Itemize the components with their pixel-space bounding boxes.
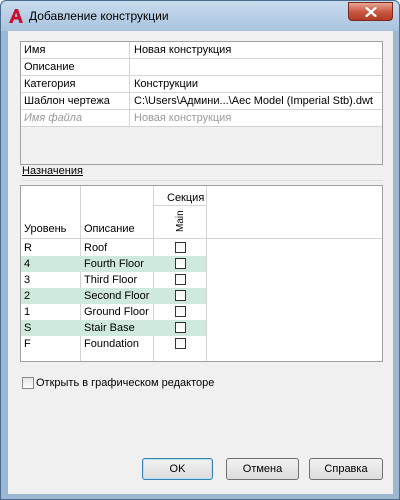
row-level: S bbox=[24, 322, 32, 334]
section-main-checkbox[interactable] bbox=[175, 338, 186, 349]
section-main-checkbox[interactable] bbox=[175, 242, 186, 253]
column-header-section-main[interactable]: Main bbox=[175, 210, 186, 232]
section-main-checkbox[interactable] bbox=[175, 274, 186, 285]
row-description: Roof bbox=[84, 242, 108, 254]
row-level: 2 bbox=[24, 290, 31, 302]
property-name: Имя bbox=[21, 42, 130, 58]
property-row-template[interactable]: Шаблон чертежа C:\Users\Админи...\Aec Mo… bbox=[21, 93, 382, 110]
table-row[interactable]: F Foundation bbox=[21, 336, 206, 352]
row-level: 4 bbox=[24, 258, 31, 270]
row-description: Fourth Floor bbox=[84, 258, 144, 270]
property-value-category-field[interactable]: Конструкции bbox=[131, 76, 382, 92]
table-row[interactable]: 3 Third Floor bbox=[21, 272, 206, 288]
row-level: F bbox=[24, 338, 31, 350]
property-value-description-field[interactable] bbox=[131, 59, 382, 75]
properties-description-pane bbox=[21, 127, 382, 164]
row-description: Ground Floor bbox=[84, 306, 149, 318]
section-divider bbox=[22, 180, 383, 181]
table-row[interactable]: S Stair Base bbox=[21, 320, 206, 336]
property-name: Категория bbox=[21, 76, 130, 92]
assignments-label: Назначения bbox=[22, 165, 83, 177]
property-row-description[interactable]: Описание bbox=[21, 59, 382, 76]
column-header-description[interactable]: Описание bbox=[84, 223, 135, 235]
row-level: 3 bbox=[24, 274, 31, 286]
table-row[interactable]: 4 Fourth Floor bbox=[21, 256, 206, 272]
row-level: 1 bbox=[24, 306, 31, 318]
help-button[interactable]: Справка bbox=[309, 458, 383, 480]
assignments-table: Уровень Описание Секция Main R Roof 4 Fo… bbox=[20, 185, 383, 362]
title-bar[interactable]: Добавление конструкции bbox=[1, 1, 399, 31]
table-header: Уровень Описание Секция Main bbox=[21, 186, 382, 239]
property-value-template-field[interactable]: C:\Users\Админи...\Aec Model (Imperial S… bbox=[131, 93, 382, 109]
property-value-filename-field: Новая конструкция bbox=[134, 112, 232, 124]
column-separator bbox=[206, 186, 207, 361]
cancel-button[interactable]: Отмена bbox=[226, 458, 299, 480]
property-value-name-field[interactable]: Новая конструкция bbox=[131, 42, 382, 58]
row-description: Stair Base bbox=[84, 322, 135, 334]
section-main-checkbox[interactable] bbox=[175, 258, 186, 269]
open-in-editor-label[interactable]: Открыть в графическом редакторе bbox=[36, 377, 214, 389]
open-in-editor-checkbox[interactable] bbox=[22, 377, 34, 389]
section-main-checkbox[interactable] bbox=[175, 306, 186, 317]
property-row-filename: Имя файла Новая конструкция bbox=[21, 110, 382, 127]
close-icon bbox=[365, 7, 377, 17]
row-description: Second Floor bbox=[84, 290, 150, 302]
table-row[interactable]: 1 Ground Floor bbox=[21, 304, 206, 320]
window-title: Добавление конструкции bbox=[29, 9, 169, 23]
header-divider bbox=[153, 205, 206, 206]
property-name: Описание bbox=[21, 59, 130, 75]
properties-grid: Имя Новая конструкция Описание Категория… bbox=[20, 41, 383, 165]
row-level: R bbox=[24, 242, 32, 254]
table-row[interactable]: 2 Second Floor bbox=[21, 288, 206, 304]
close-button[interactable] bbox=[348, 2, 393, 21]
section-main-checkbox[interactable] bbox=[175, 322, 186, 333]
property-row-category[interactable]: Категория Конструкции bbox=[21, 76, 382, 93]
dialog-body: Имя Новая конструкция Описание Категория… bbox=[8, 31, 393, 494]
dialog-window: Добавление конструкции Имя Новая констру… bbox=[0, 0, 400, 500]
column-group-section: Секция bbox=[167, 192, 205, 204]
property-name: Шаблон чертежа bbox=[21, 93, 130, 109]
table-row[interactable]: R Roof bbox=[21, 240, 206, 256]
section-main-checkbox[interactable] bbox=[175, 290, 186, 301]
property-row-name[interactable]: Имя Новая конструкция bbox=[21, 42, 382, 59]
autocad-a-icon bbox=[9, 9, 23, 23]
column-header-level[interactable]: Уровень bbox=[24, 223, 66, 235]
property-name: Имя файла bbox=[21, 110, 130, 126]
row-description: Foundation bbox=[84, 338, 140, 350]
row-description: Third Floor bbox=[84, 274, 138, 286]
ok-button[interactable]: OK bbox=[142, 458, 213, 480]
